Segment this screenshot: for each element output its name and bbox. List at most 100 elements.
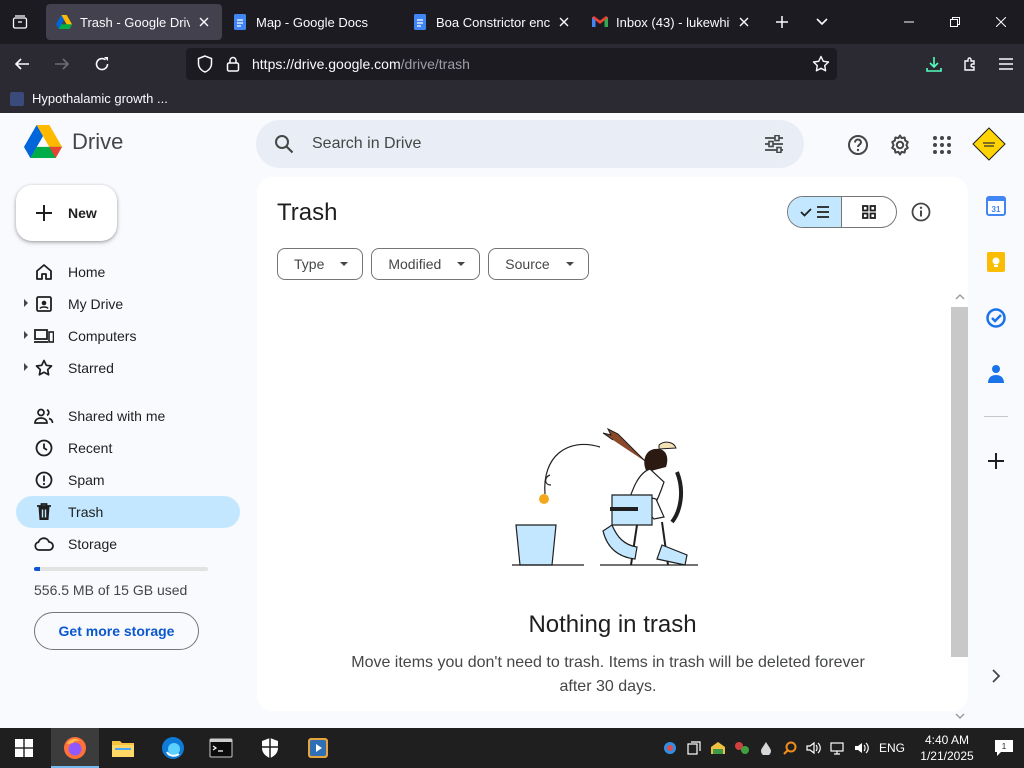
content-scrollbar[interactable] [951, 294, 968, 719]
reload-button[interactable] [84, 48, 120, 80]
search-options-icon[interactable] [762, 132, 786, 156]
close-window-button[interactable] [978, 0, 1024, 44]
search-bar[interactable] [256, 120, 804, 168]
tab-map-google-docs[interactable]: Map - Google Docs [222, 4, 402, 40]
tracking-protection-icon[interactable] [196, 55, 214, 73]
taskbar-file-explorer[interactable] [99, 728, 147, 768]
downloads-button[interactable] [916, 44, 952, 84]
close-icon[interactable] [556, 14, 572, 30]
tab-trash-google-drive[interactable]: Trash - Google Drive [46, 4, 222, 40]
input-language-indicator[interactable]: ENG [874, 741, 910, 755]
tab-inbox-gmail[interactable]: Inbox (43) - lukewhiting [582, 4, 762, 40]
view-details-button[interactable] [909, 200, 933, 224]
taskbar-edge[interactable] [149, 728, 197, 768]
bookmark-star-icon[interactable] [811, 54, 831, 74]
keep-icon[interactable] [985, 251, 1007, 273]
avatar-icon [972, 127, 1006, 161]
bookmark-item[interactable]: Hypothalamic growth ... [10, 91, 168, 106]
nav-item-shared-with-me[interactable]: Shared with me [16, 400, 240, 432]
nav-item-storage[interactable]: Storage [16, 528, 240, 560]
storage-usage-fill [34, 567, 41, 571]
grid-layout-button[interactable] [842, 197, 896, 227]
list-layout-button[interactable] [788, 197, 843, 227]
media-player-icon [308, 738, 328, 758]
nav-item-recent[interactable]: Recent [16, 432, 240, 464]
taskbar-media-player[interactable] [294, 728, 342, 768]
maximize-button[interactable] [932, 0, 978, 44]
dropdown-arrow-icon [457, 262, 466, 266]
drive-logo[interactable]: Drive [24, 125, 123, 158]
chip-label: Modified [388, 256, 442, 272]
volume-icon[interactable] [802, 728, 826, 768]
lock-icon[interactable] [224, 55, 242, 73]
new-button[interactable]: New [16, 185, 117, 241]
start-button[interactable] [0, 728, 48, 768]
nav-item-my-drive[interactable]: My Drive [16, 288, 240, 320]
nav-item-starred[interactable]: Starred [16, 352, 240, 384]
chevron-right-icon[interactable] [985, 665, 1007, 687]
notification-center-button[interactable]: 1 [984, 728, 1024, 768]
scroll-down-icon [955, 713, 965, 719]
tab-boa-constrictor[interactable]: Boa Constrictor enclosu [402, 4, 582, 40]
back-button[interactable] [4, 48, 40, 80]
arrow-right-icon [55, 58, 70, 70]
tray-drop-icon[interactable] [754, 728, 778, 768]
nav-item-home[interactable]: Home [16, 256, 240, 288]
expand-caret-icon[interactable] [24, 299, 28, 307]
taskbar-terminal[interactable] [197, 728, 245, 768]
taskbar-security[interactable] [246, 728, 294, 768]
help-button[interactable] [838, 125, 878, 165]
tab-menu-button[interactable] [802, 4, 842, 40]
system-clock[interactable]: 4:40 AM 1/21/2025 [910, 732, 984, 764]
account-avatar[interactable] [972, 127, 1006, 161]
nav-item-label: Computers [68, 328, 137, 344]
chip-label: Type [294, 256, 325, 272]
search-input[interactable] [312, 135, 732, 153]
settings-button[interactable] [880, 125, 920, 165]
google-apps-button[interactable] [922, 125, 962, 165]
tray-app-icon[interactable] [658, 728, 682, 768]
expand-caret-icon[interactable] [24, 331, 28, 339]
expand-caret-icon[interactable] [24, 363, 28, 371]
list-all-tabs-button[interactable] [0, 0, 40, 44]
close-icon[interactable] [196, 14, 212, 30]
forward-button[interactable] [44, 48, 80, 80]
taskbar-firefox[interactable] [51, 728, 99, 768]
scrollbar-thumb[interactable] [951, 307, 968, 657]
trash-icon [34, 502, 54, 522]
nav-item-trash[interactable]: Trash [16, 496, 240, 528]
tasks-icon[interactable] [985, 307, 1007, 329]
calendar-icon[interactable]: 31 [985, 195, 1007, 217]
nav-item-label: Shared with me [68, 408, 166, 424]
drive-icon [56, 14, 72, 30]
contacts-icon[interactable] [985, 363, 1007, 385]
tab-title: Trash - Google Drive [80, 14, 190, 30]
nav-item-label: Storage [68, 536, 118, 552]
speaker-icon[interactable] [850, 728, 874, 768]
tray-search-icon[interactable] [778, 728, 802, 768]
side-navigation: Home My Drive Computers Starred Shared w… [16, 256, 240, 560]
app-menu-button[interactable] [988, 44, 1024, 84]
close-icon[interactable] [736, 14, 752, 30]
new-tab-button[interactable] [762, 4, 802, 40]
tray-network-app-icon[interactable] [730, 728, 754, 768]
my-drive-icon [34, 294, 54, 314]
network-icon[interactable] [826, 728, 850, 768]
browser-tab-bar: Trash - Google Drive Map - Google Docs B… [0, 0, 1024, 44]
address-bar[interactable]: https://drive.google.com/drive/trash [186, 48, 837, 80]
nav-item-computers[interactable]: Computers [16, 320, 240, 352]
minimize-button[interactable] [886, 0, 932, 44]
filter-type-chip[interactable]: Type [277, 248, 364, 280]
get-addons-icon[interactable] [985, 450, 1007, 472]
filter-modified-chip[interactable]: Modified [371, 248, 481, 280]
filter-source-chip[interactable]: Source [488, 248, 589, 280]
get-more-storage-button[interactable]: Get more storage [34, 612, 199, 650]
main-content: Trash Type Modified Source Nothing in tr… [257, 177, 968, 719]
search-icon[interactable] [272, 132, 296, 156]
nav-item-spam[interactable]: Spam [16, 464, 240, 496]
tab-title: Map - Google Docs [256, 14, 368, 30]
tray-printer-icon[interactable] [706, 728, 730, 768]
extensions-button[interactable] [952, 44, 988, 84]
task-view-icon[interactable] [682, 728, 706, 768]
side-panel-divider [984, 416, 1008, 417]
